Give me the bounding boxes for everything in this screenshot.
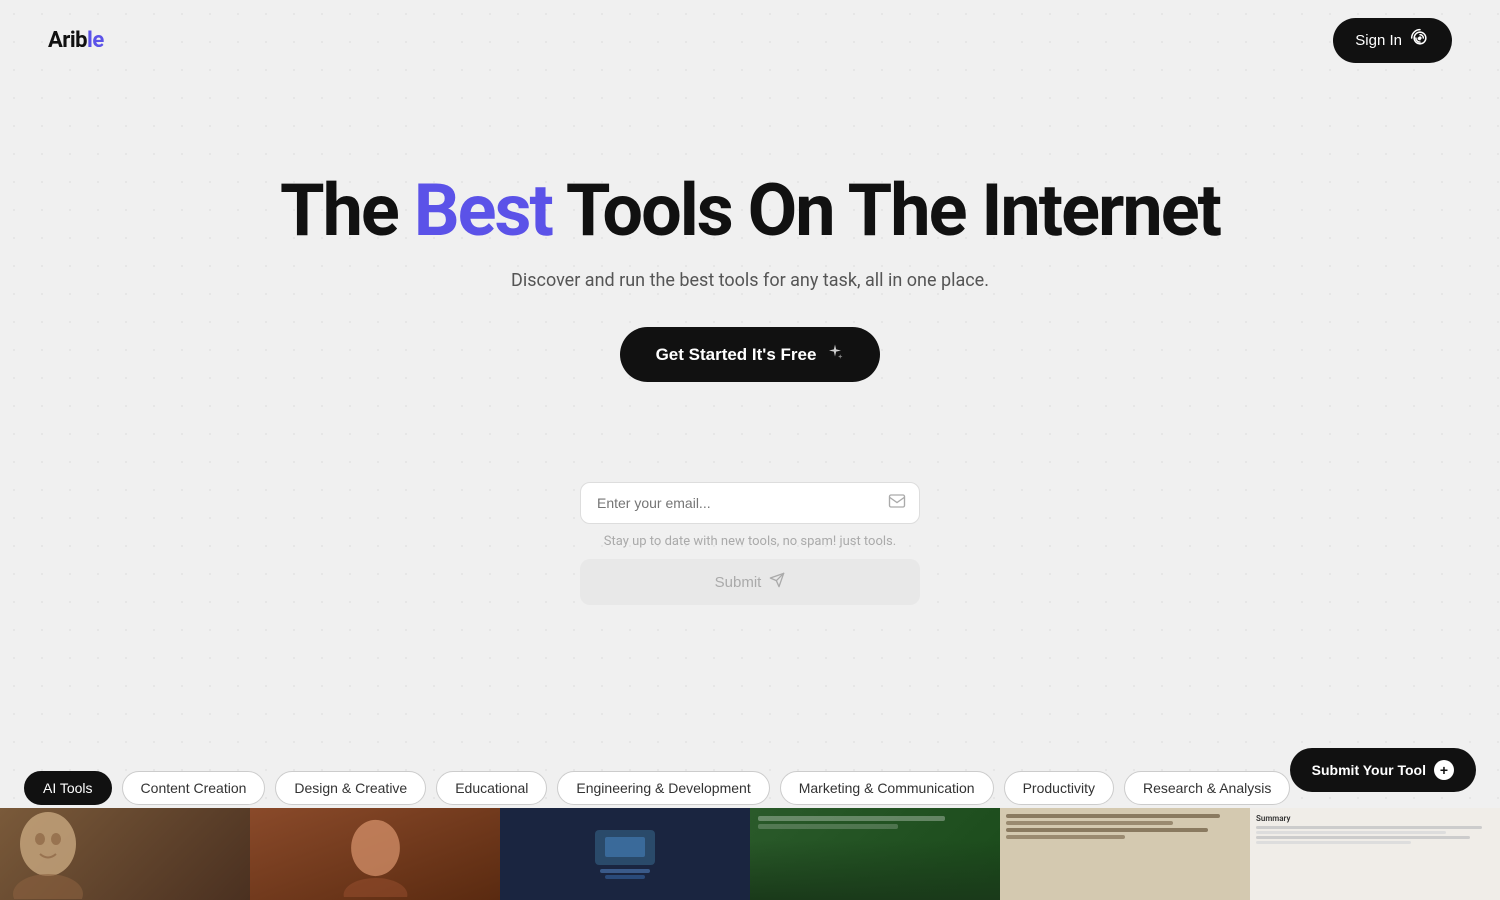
tool-card-2[interactable] xyxy=(250,808,500,900)
submit-tool-label: Submit Your Tool xyxy=(1312,762,1426,778)
tool-card-5[interactable] xyxy=(1000,808,1250,900)
logo: Arible xyxy=(48,28,104,53)
face-icon-2 xyxy=(338,812,413,897)
category-tab-productivity[interactable]: Productivity xyxy=(1004,771,1114,805)
hero-subtitle: Discover and run the best tools for any … xyxy=(0,270,1500,291)
category-tab-engineering-development[interactable]: Engineering & Development xyxy=(557,771,769,805)
hero-title-suffix: Tools On The Internet xyxy=(552,168,1220,253)
email-input-wrapper xyxy=(580,482,920,524)
email-icon xyxy=(888,492,906,514)
face-icon-1 xyxy=(8,809,88,899)
submit-button[interactable]: Submit xyxy=(580,559,920,605)
header: Arible Sign In xyxy=(0,0,1500,81)
logo-highlight: le xyxy=(87,28,104,53)
cards-strip: Summary xyxy=(0,808,1500,900)
hero-section: The Best Tools On The Internet Discover … xyxy=(0,81,1500,422)
submit-tool-button[interactable]: Submit Your Tool + xyxy=(1290,748,1476,792)
category-tab-research-analysis[interactable]: Research & Analysis xyxy=(1124,771,1290,805)
tool-card-6[interactable]: Summary xyxy=(1250,808,1500,900)
email-section: Stay up to date with new tools, no spam!… xyxy=(0,482,1500,605)
category-tab-design-creative[interactable]: Design & Creative xyxy=(275,771,426,805)
category-bar: AI Tools Content Creation Design & Creativ… xyxy=(0,771,1500,805)
plus-icon: + xyxy=(1434,760,1454,780)
get-started-label: Get Started It's Free xyxy=(656,345,817,365)
sparkle-icon xyxy=(826,343,844,366)
tool-card-4[interactable] xyxy=(750,808,1000,900)
category-tab-marketing-communication[interactable]: Marketing & Communication xyxy=(780,771,994,805)
sign-in-button[interactable]: Sign In xyxy=(1333,18,1452,63)
email-hint: Stay up to date with new tools, no spam!… xyxy=(604,534,896,549)
hero-title-highlight: Best xyxy=(414,168,552,253)
tool-card-1[interactable] xyxy=(0,808,250,900)
fingerprint-icon xyxy=(1410,28,1430,53)
sign-in-label: Sign In xyxy=(1355,32,1402,49)
tool-card-3[interactable] xyxy=(500,808,750,900)
send-icon xyxy=(769,572,785,592)
hero-title-prefix: The xyxy=(280,168,414,253)
category-tab-content-creation[interactable]: Content Creation xyxy=(122,771,266,805)
category-tab-ai-tools[interactable]: AI Tools xyxy=(24,771,112,805)
email-input[interactable] xyxy=(580,482,920,524)
submit-label: Submit xyxy=(715,574,762,591)
get-started-button[interactable]: Get Started It's Free xyxy=(620,327,881,382)
category-tab-educational[interactable]: Educational xyxy=(436,771,547,805)
hero-title: The Best Tools On The Internet xyxy=(0,171,1500,250)
